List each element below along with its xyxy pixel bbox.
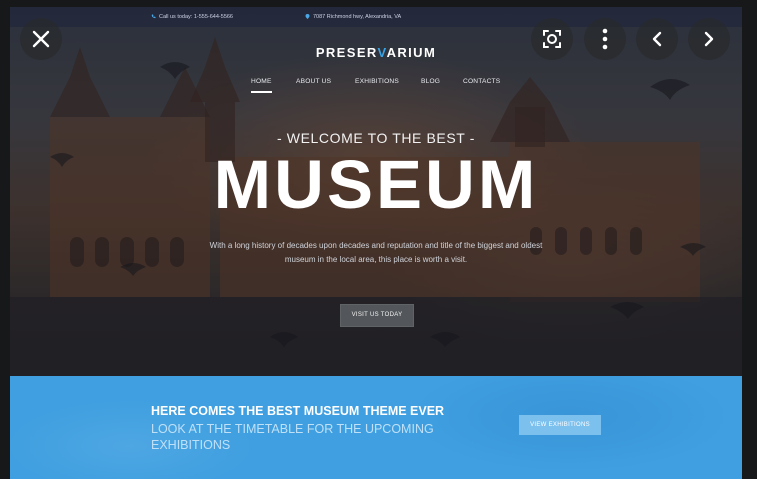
chevron-left-icon: [652, 31, 662, 47]
top-info-bar: Call us today: 1-555-644-5566 7087 Richm…: [10, 7, 742, 27]
screenshot-image: Call us today: 1-555-644-5566 7087 Richm…: [10, 7, 742, 479]
logo-text-part2: ARIUM: [386, 45, 437, 60]
logo-text-accent: V: [377, 45, 387, 60]
address-info: 7087 Richmond hwy, Alexandria, VA: [305, 14, 401, 20]
nav-item-about-us[interactable]: ABOUT US: [296, 78, 331, 85]
view-exhibitions-button[interactable]: VIEW EXHIBITIONS: [519, 415, 601, 435]
close-icon: [32, 30, 50, 48]
hero-headline: MUSEUM: [213, 146, 539, 223]
previous-image-button[interactable]: [636, 18, 678, 60]
close-button[interactable]: [20, 18, 62, 60]
address-text: 7087 Richmond hwy, Alexandria, VA: [313, 14, 402, 20]
hero-eyebrow: - WELCOME TO THE BEST -: [277, 130, 475, 146]
more-vertical-icon: [602, 28, 608, 50]
nav-item-contacts[interactable]: CONTACTS: [463, 78, 500, 85]
visual-search-button[interactable]: [531, 18, 573, 60]
phone-info: Call us today: 1-555-644-5566: [151, 14, 233, 20]
nav-item-home[interactable]: HOME: [251, 78, 272, 93]
chevron-right-icon: [704, 31, 714, 47]
map-pin-icon: [305, 14, 310, 19]
phone-text: Call us today: 1-555-644-5566: [159, 14, 233, 20]
phone-icon: [151, 14, 156, 19]
nav-item-blog[interactable]: BLOG: [421, 78, 440, 85]
banner-subtitle: LOOK AT THE TIMETABLE FOR THE UPCOMING E…: [151, 422, 434, 452]
site-logo[interactable]: PRESERVARIUM: [10, 45, 742, 60]
hero-intro-text: With a long history of decades upon deca…: [209, 241, 543, 264]
next-image-button[interactable]: [688, 18, 730, 60]
promo-banner: HERE COMES THE BEST MUSEUM THEME EVER LO…: [10, 376, 742, 479]
more-options-button[interactable]: [584, 18, 626, 60]
visit-us-button[interactable]: VISIT US TODAY: [340, 304, 414, 327]
banner-title: HERE COMES THE BEST MUSEUM THEME EVER: [151, 404, 445, 418]
main-navigation: HOME ABOUT US EXHIBITIONS BLOG CONTACTS: [10, 78, 742, 94]
logo-text-part1: PRESER: [315, 45, 378, 60]
nav-item-exhibitions[interactable]: EXHIBITIONS: [355, 78, 399, 85]
hero-section: Call us today: 1-555-644-5566 7087 Richm…: [10, 7, 742, 376]
lens-search-icon: [543, 30, 561, 48]
